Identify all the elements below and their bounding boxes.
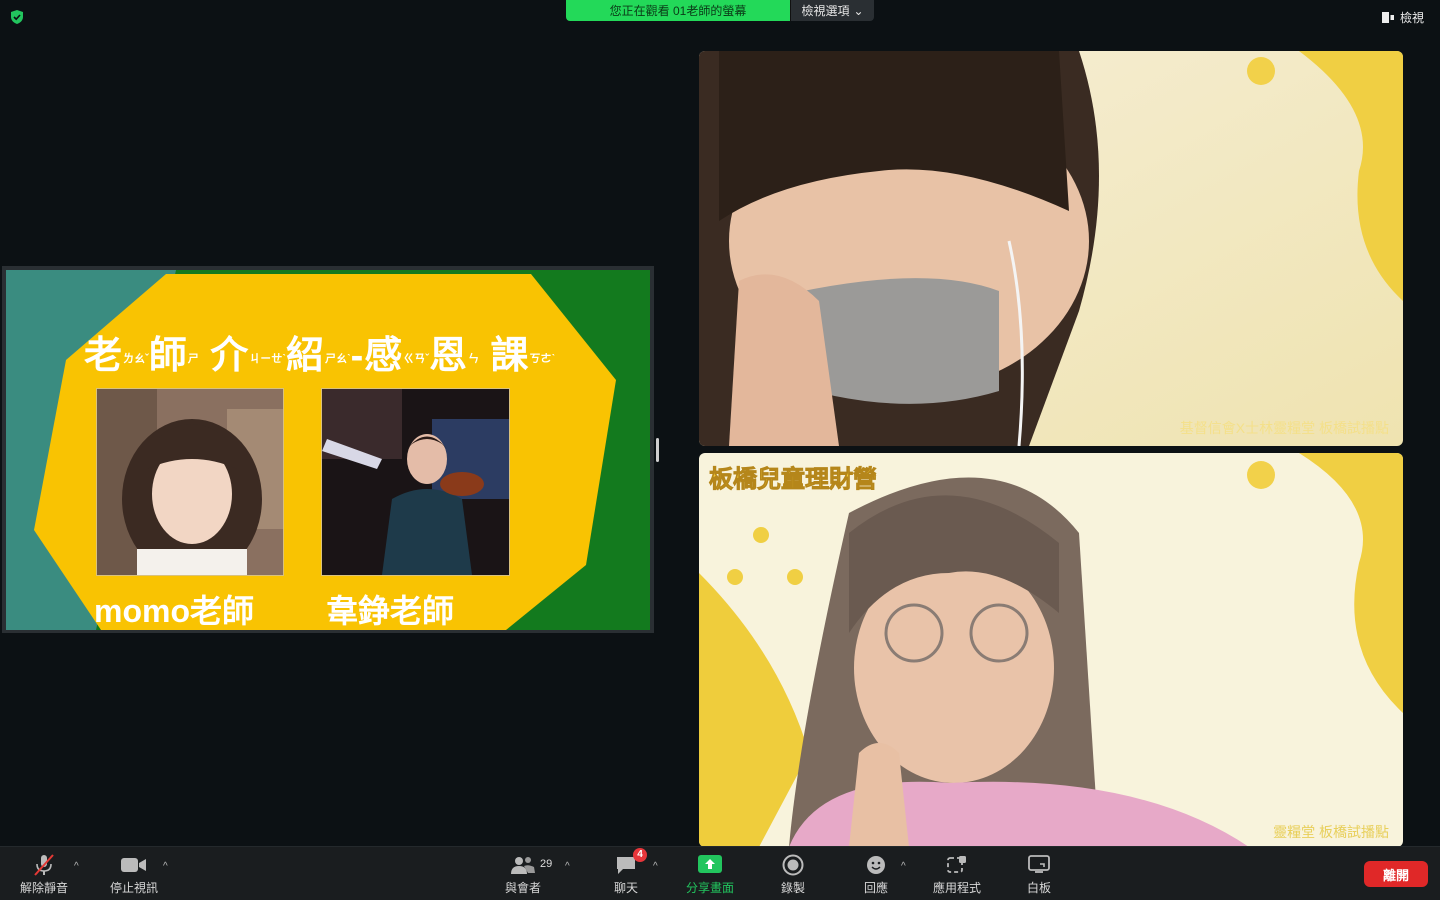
teacher-weizheng-photo — [321, 388, 510, 576]
encryption-shield-icon[interactable] — [10, 10, 24, 24]
teacher-momo-photo — [96, 388, 284, 576]
whiteboard-label: 白板 — [1027, 881, 1052, 895]
caption-weizheng: 韋錚老師 — [326, 593, 455, 629]
participant-video-top[interactable]: 基督信會X士林靈糧堂 板橋試播點 — [699, 51, 1403, 446]
view-layout-icon — [1381, 12, 1394, 23]
participant-video-bottom[interactable]: 板橋兒童理財營 靈糧堂 板橋試播點 — [699, 453, 1403, 847]
split-view-divider[interactable] — [656, 438, 659, 462]
apps-label: 應用程式 — [933, 881, 982, 895]
share-screen-icon — [698, 853, 722, 877]
whiteboard-icon — [1028, 853, 1050, 877]
participants-caret-icon[interactable]: ^ — [565, 861, 570, 872]
muted-mic-icon — [32, 853, 56, 877]
chat-label: 聊天 — [614, 881, 639, 895]
view-label: 檢視 — [1399, 11, 1424, 25]
reactions-label: 回應 — [864, 881, 889, 895]
participants-icon: 29 — [510, 853, 552, 877]
stop-video-label: 停止視訊 — [110, 881, 159, 895]
screen-share-banner: 您正在觀看 01老師的螢幕 檢視選項 ⌄ — [566, 0, 874, 21]
audio-options-caret-icon[interactable]: ^ — [74, 861, 79, 872]
caption-momo: momo老師 — [94, 593, 255, 629]
chevron-down-icon: ⌄ — [853, 3, 864, 18]
stop-video-button[interactable]: 停止視訊 — [110, 853, 158, 896]
unmute-label: 解除靜音 — [20, 881, 69, 895]
apps-icon — [946, 853, 968, 877]
view-options-button[interactable]: 檢視選項 ⌄ — [790, 0, 874, 21]
record-label: 錄製 — [781, 881, 806, 895]
share-notice-text: 您正在觀看 01老師的螢幕 — [566, 0, 790, 21]
svg-text:板橋兒童理財營: 板橋兒童理財營 — [709, 465, 877, 493]
record-button[interactable]: 錄製 — [781, 853, 805, 896]
video-options-caret-icon[interactable]: ^ — [163, 861, 168, 872]
reactions-button[interactable]: 回應 — [864, 853, 888, 896]
apps-button[interactable]: 應用程式 — [933, 853, 981, 896]
chat-unread-badge: 4 — [633, 848, 647, 862]
video-camera-icon — [121, 853, 147, 877]
svg-text:靈糧堂 板橋試播點: 靈糧堂 板橋試播點 — [1273, 824, 1389, 840]
participants-count: 29 — [540, 858, 553, 870]
chat-button[interactable]: 4 聊天 — [614, 848, 647, 896]
whiteboard-button[interactable]: 白板 — [1027, 853, 1051, 896]
share-screen-label: 分享畫面 — [686, 881, 735, 895]
chat-caret-icon[interactable]: ^ — [653, 861, 658, 872]
unmute-button[interactable]: 解除靜音 — [20, 853, 68, 896]
slide-title: 老ㄌㄠˇ師ㄕ 介ㄐㄧㄝˋ紹ㄕㄠˋ-感ㄍㄢˇ恩ㄣ 課ㄎㄜˋ — [84, 335, 556, 377]
share-screen-button[interactable]: 分享畫面 — [686, 853, 734, 896]
smiley-icon — [865, 853, 887, 877]
view-options-label: 檢視選項 — [801, 4, 850, 18]
participants-button[interactable]: 29 與會者 — [505, 853, 552, 896]
leave-meeting-button[interactable]: 離開 — [1364, 861, 1428, 887]
participants-label: 與會者 — [505, 881, 542, 895]
chat-bubble-icon: 4 — [615, 848, 647, 877]
reactions-caret-icon[interactable]: ^ — [901, 861, 906, 872]
record-icon — [782, 853, 804, 877]
svg-text:基督信會X士林靈糧堂 板橋試播點: 基督信會X士林靈糧堂 板橋試播點 — [1180, 420, 1389, 436]
view-button[interactable]: 檢視 — [1381, 9, 1424, 26]
meeting-toolbar: 解除靜音 ^ 停止視訊 ^ 29 與會者 ^ 4 聊天 ^ 分享畫面 錄製 回應… — [0, 846, 1440, 900]
